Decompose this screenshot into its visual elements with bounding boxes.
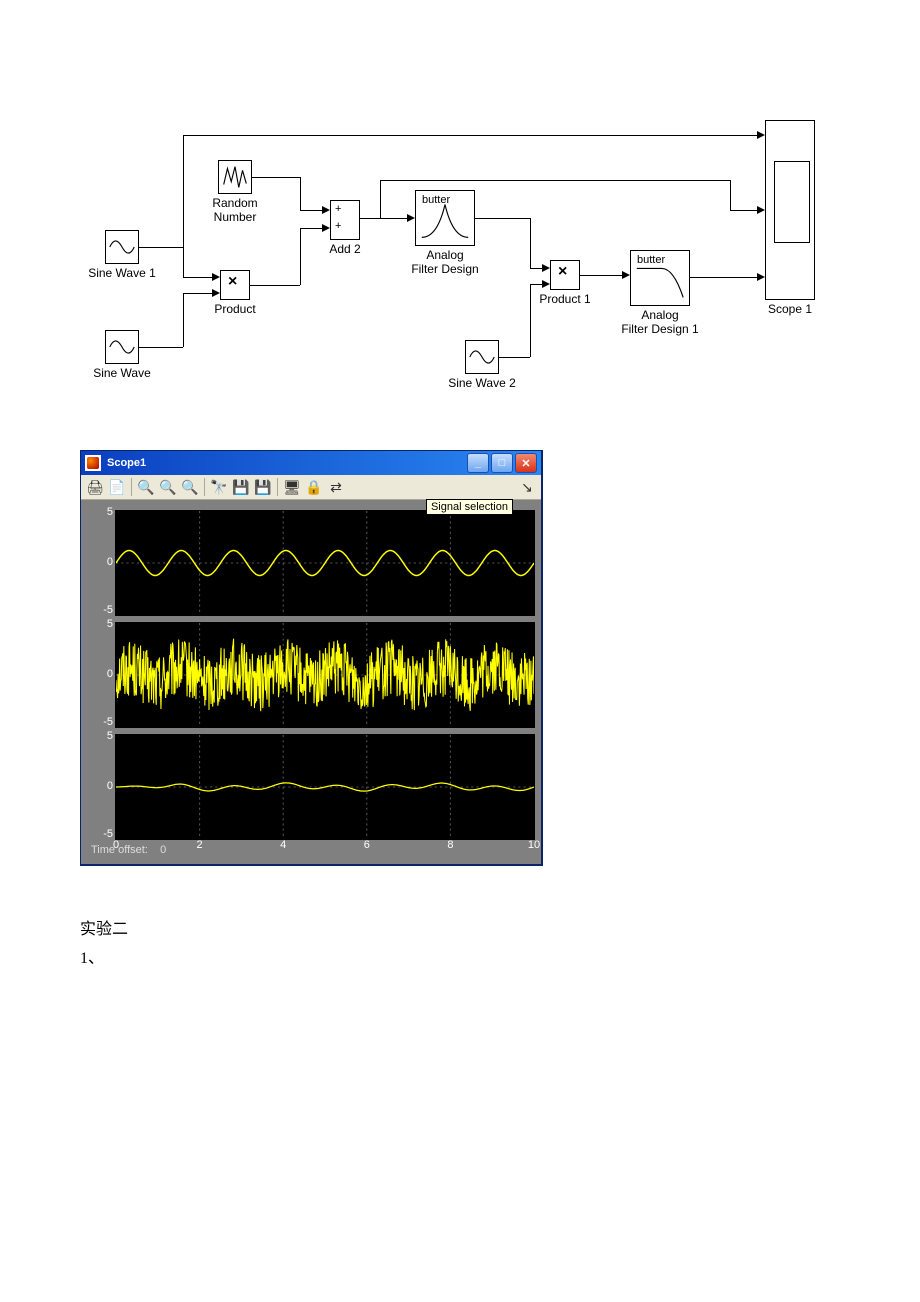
params-icon[interactable]: 📄 — [107, 477, 127, 497]
ytick: 0 — [93, 556, 113, 568]
detach-icon[interactable]: ↘ — [517, 477, 537, 497]
notes-line-1: 实验二 — [80, 916, 860, 945]
xtick: 2 — [197, 839, 203, 851]
close-button[interactable]: ✕ — [515, 453, 537, 473]
label-product: Product — [208, 302, 262, 316]
ytick: 0 — [93, 668, 113, 680]
block-sine-wave-2 — [465, 340, 499, 374]
ytick: 5 — [93, 730, 113, 742]
signal-selection-tooltip: Signal selection — [426, 499, 513, 515]
signal-selection-icon[interactable]: ⇄ — [326, 477, 346, 497]
block-sine-wave-1 — [105, 230, 139, 264]
titlebar[interactable]: Scope1 _ □ ✕ — [81, 451, 541, 475]
label-sine-wave-1: Sine Wave 1 — [75, 266, 169, 280]
notes: 实验二 1、 — [80, 916, 860, 974]
label-sine-wave: Sine Wave — [82, 366, 162, 380]
filter2-butter: butter — [637, 254, 665, 266]
time-offset-label: Time offset: — [91, 844, 148, 856]
label-product1: Product 1 — [536, 292, 594, 306]
maximize-button[interactable]: □ — [491, 453, 513, 473]
scope-window: Scope1 _ □ ✕ 🖨 📄 🔍 🔍 🔍 🔭 💾 💾 🖥 🔒 ⇄ ↘ — [80, 450, 543, 866]
ytick: 5 — [93, 506, 113, 518]
label-analog-filter-2: Analog Filter Design 1 — [610, 308, 710, 337]
plot-svg-3 — [116, 735, 534, 839]
print-icon[interactable]: 🖨 — [85, 477, 105, 497]
block-scope1 — [765, 120, 815, 300]
time-offset: Time offset: 0 — [87, 840, 535, 858]
ytick: 5 — [93, 618, 113, 630]
plot-svg-1 — [116, 511, 534, 615]
add2-plus-2: + — [335, 220, 341, 232]
time-offset-value: 0 — [160, 844, 166, 856]
ytick: 0 — [93, 780, 113, 792]
minimize-button[interactable]: _ — [467, 453, 489, 473]
window-title: Scope1 — [107, 457, 146, 469]
xtick: 10 — [528, 839, 540, 851]
xtick: 4 — [280, 839, 286, 851]
product-symbol: × — [228, 273, 237, 291]
zoom-x-icon[interactable]: 🔍 — [158, 477, 178, 497]
label-analog-filter-1: Analog Filter Design — [395, 248, 495, 277]
zoom-icon[interactable]: 🔍 — [136, 477, 156, 497]
block-random-number — [218, 160, 252, 194]
floating-scope-icon[interactable]: 🖥 — [282, 477, 302, 497]
filter1-butter: butter — [422, 194, 450, 206]
label-scope1: Scope 1 — [760, 302, 820, 316]
label-sine-wave-2: Sine Wave 2 — [442, 376, 522, 390]
zoom-y-icon[interactable]: 🔍 — [180, 477, 200, 497]
label-random-number: Random Number — [195, 196, 275, 225]
lock-icon[interactable]: 🔒 — [304, 477, 324, 497]
toolbar: 🖨 📄 🔍 🔍 🔍 🔭 💾 💾 🖥 🔒 ⇄ ↘ Signal selection — [81, 475, 541, 500]
save-config-icon[interactable]: 💾 — [231, 477, 251, 497]
plot-svg-2 — [116, 623, 534, 727]
scope-axis-3: 5 0 -5 0 2 4 6 8 — [87, 734, 535, 840]
scope-axis-1: 5 0 -5 — [87, 510, 535, 616]
add2-plus-1: + — [335, 203, 341, 215]
xtick: 6 — [364, 839, 370, 851]
block-sine-wave — [105, 330, 139, 364]
label-add2: Add 2 — [320, 242, 370, 256]
notes-line-2: 1、 — [80, 945, 860, 974]
xtick: 0 — [113, 839, 119, 851]
product1-symbol: × — [558, 263, 567, 281]
autoscale-icon[interactable]: 🔭 — [209, 477, 229, 497]
matlab-icon — [85, 455, 101, 471]
scope-axis-2: 5 0 -5 — [87, 622, 535, 728]
simulink-diagram: Sine Wave 1 Sine Wave Random Number × Pr… — [70, 80, 850, 390]
ytick: -5 — [93, 604, 113, 616]
scope-body: 5 0 -5 5 0 -5 — [81, 500, 541, 864]
ytick: -5 — [93, 828, 113, 840]
xtick: 8 — [447, 839, 453, 851]
ytick: -5 — [93, 716, 113, 728]
restore-config-icon[interactable]: 💾 — [253, 477, 273, 497]
